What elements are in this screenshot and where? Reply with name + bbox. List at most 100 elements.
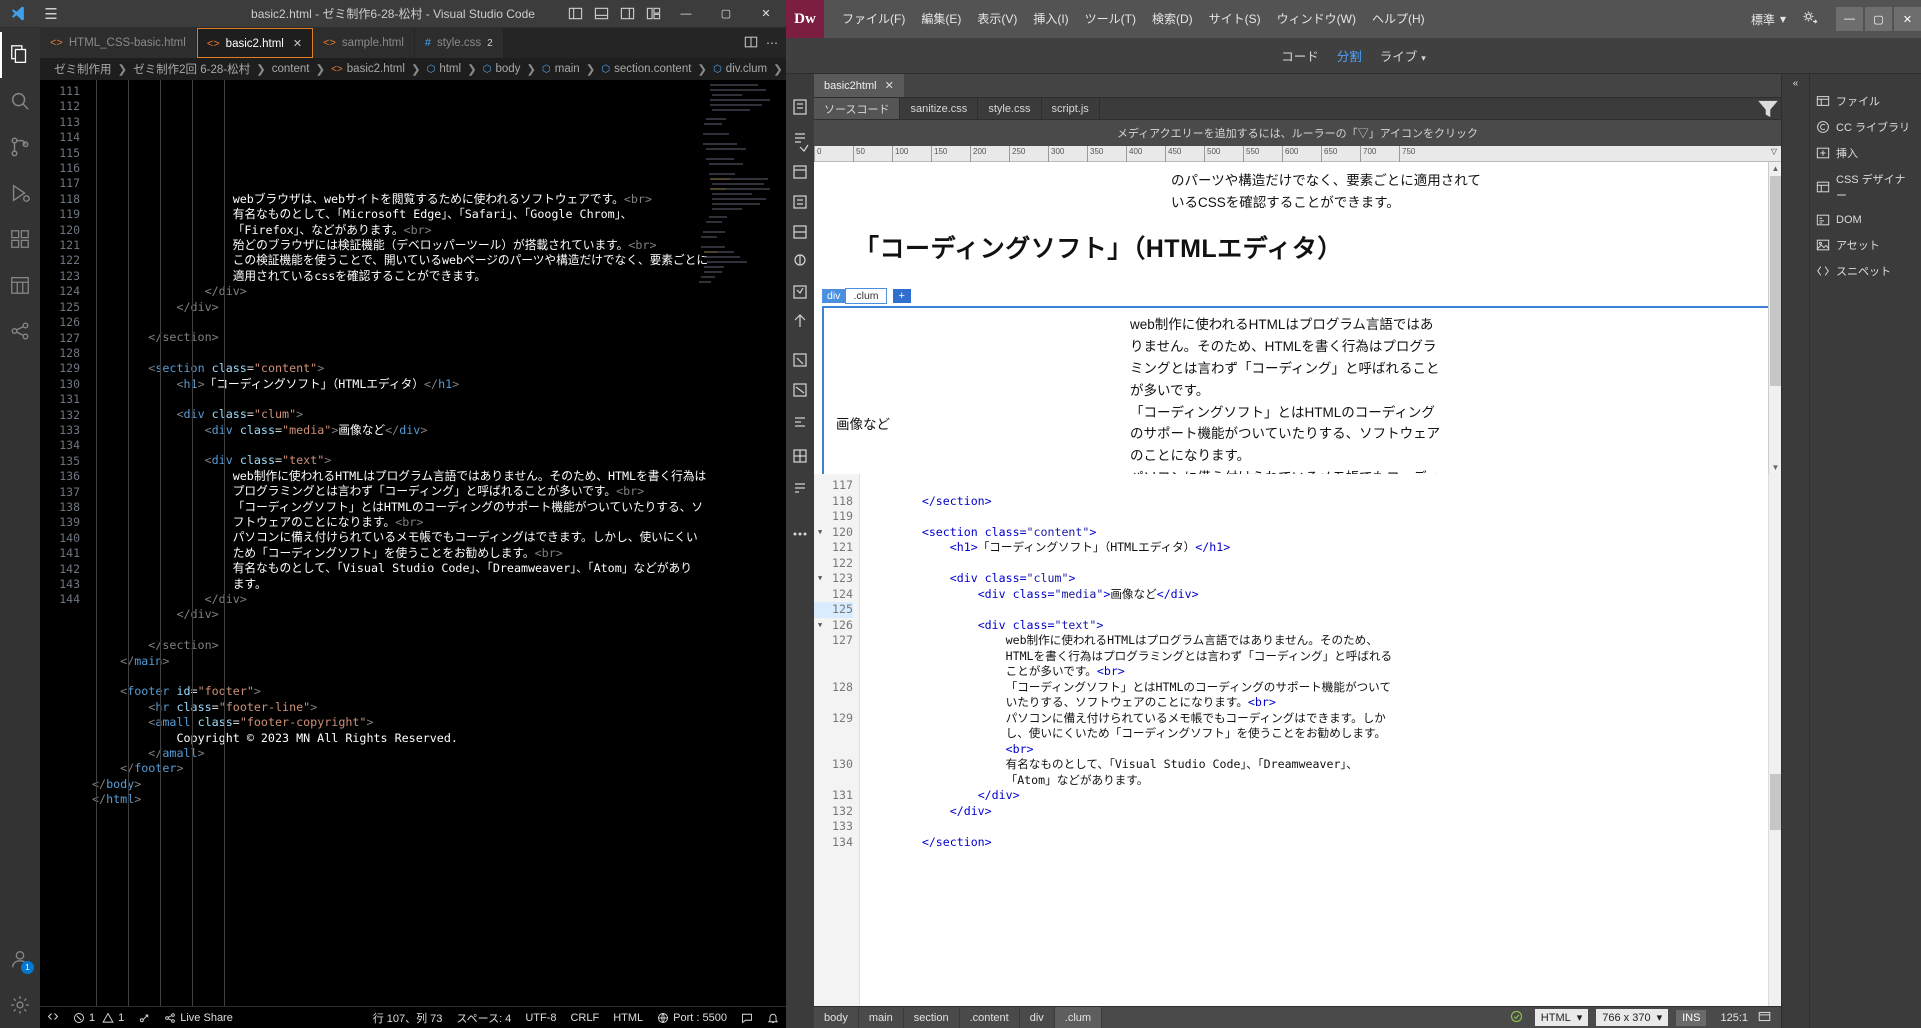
dreamweaver-code-view[interactable]: 117 118 119 ▼ 120 121 122 ▼ 123 124 125 ▼ 126 127 128 1… <box>814 474 1781 1006</box>
code-line[interactable]: <hr class="footer-line"> <box>92 700 786 715</box>
code-line[interactable]: </body> <box>92 777 786 792</box>
dw-code-line[interactable]: 「コーディングソフト」とはHTMLのコーディングのサポート機能がついて <box>866 680 1781 696</box>
tab-sample[interactable]: <> sample.html <box>313 28 415 58</box>
code-line[interactable]: </section> <box>92 638 786 653</box>
sidebar-item-source-control[interactable] <box>0 124 40 170</box>
dw-maximize-button[interactable]: ▢ <box>1865 7 1892 31</box>
dw-code-line[interactable]: <section class="content"> <box>866 525 1781 541</box>
scroll-thumb[interactable] <box>1770 774 1781 830</box>
doctype-select[interactable]: HTML ▾ <box>1534 1009 1589 1026</box>
more-actions-icon[interactable]: ⋯ <box>766 36 778 50</box>
dw-code-line[interactable] <box>866 509 1781 525</box>
tag-selector-clum[interactable]: .clum <box>1054 1006 1103 1028</box>
menu-view[interactable]: 表示(V) <box>969 0 1025 38</box>
code-line[interactable] <box>92 623 786 638</box>
dw-code-line[interactable]: web制作に使われるHTMLはプログラム言語ではありません。そのため、 <box>866 633 1781 649</box>
code-line[interactable]: </main> <box>92 654 786 669</box>
code-content[interactable]: webブラウザは、webサイトを閲覧するために使われるソフトウェアです。<br>… <box>92 80 786 1006</box>
breadcrumb-item-3[interactable]: basic2.html <box>347 63 405 75</box>
dw-code-line[interactable]: し、使いにくいため「コーディングソフト」を使うことをお勧めします。 <box>866 726 1781 742</box>
menu-window[interactable]: ウィンドウ(W) <box>1269 0 1364 38</box>
feedback-icon[interactable] <box>734 1007 760 1028</box>
sidebar-item-settings[interactable] <box>0 982 40 1028</box>
vscode-maximize-button[interactable]: ▢ <box>706 0 746 28</box>
sidebar-item-explorer[interactable] <box>0 32 40 78</box>
vscode-code-editor[interactable]: 111 112 113 114 115 116 117 118 119 120 121 122 123 1… <box>40 80 786 1006</box>
menu-tools[interactable]: ツール(T) <box>1077 0 1144 38</box>
menu-icon[interactable]: ☰ <box>34 0 68 28</box>
related-file-source[interactable]: ソースコード <box>814 98 901 119</box>
code-line[interactable]: </div> <box>92 300 786 315</box>
tag-selector-content[interactable]: .content <box>960 1006 1020 1028</box>
design-view[interactable]: のパーツや構造だけでなく、要素ごとに適用されて いるCSSを確認することができま… <box>814 162 1781 474</box>
code-line[interactable] <box>92 346 786 361</box>
menu-edit[interactable]: 編集(E) <box>913 0 969 38</box>
dw-code-line[interactable]: パソコンに備え付けられているメモ帳でもコーディングはできます。しか <box>866 711 1781 727</box>
code-line[interactable]: web制作に使われるHTMLはプログラム言語ではありません。そのため、HTMLを… <box>92 469 786 484</box>
view-mode-code[interactable]: コード <box>1281 46 1319 65</box>
fold-triangle-icon[interactable]: ▼ <box>818 571 822 587</box>
sidebar-item-run-and-debug[interactable] <box>0 170 40 216</box>
dw-code-content[interactable]: </section> <section class="content"> <h1… <box>860 474 1781 1006</box>
dw-code-line[interactable]: <h1>「コーディングソフト」（HTMLエディタ）</h1> <box>866 540 1781 556</box>
funnel-icon[interactable] <box>1755 98 1781 119</box>
fold-triangle-icon[interactable]: ▼ <box>818 525 822 541</box>
code-line[interactable]: 有名なものとして、「Microsoft Edge」、「Safari」、「Goog… <box>92 207 786 222</box>
selector-class-chip[interactable]: .clum <box>845 287 887 304</box>
live-server-port[interactable]: Port : 5500 <box>650 1007 734 1028</box>
design-media-block[interactable]: 画像など <box>830 314 1130 474</box>
insert-mode-indicator[interactable]: INS <box>1676 1009 1707 1026</box>
dw-code-line[interactable]: HTMLを書く行為はプログラミングとは言わず「コーディング」と呼ばれる <box>866 649 1781 665</box>
dw-code-line[interactable]: </section> <box>866 494 1781 510</box>
code-line[interactable]: プログラミングとは言わず「コーディング」と呼ばれることが多いです。<br> <box>92 484 786 499</box>
code-line[interactable]: </section> <box>92 330 786 345</box>
design-ruler[interactable]: 0 50 100 150 200 250 300 350 400 450 500… <box>814 146 1781 162</box>
panel-item-snippets[interactable]: スニペット <box>1810 258 1921 284</box>
dw-close-button[interactable]: ✕ <box>1894 7 1921 31</box>
dw-code-line[interactable]: いたりする、ソフトウェアのことになります。<br> <box>866 695 1781 711</box>
code-line[interactable]: この検証機能を使うことで、開いているwebページのパーツや構造だけでなく、要素ご… <box>92 253 786 268</box>
scroll-up-icon[interactable]: ▲ <box>1769 162 1781 175</box>
split-editor-icon[interactable] <box>744 35 758 52</box>
close-icon[interactable]: ✕ <box>293 37 302 50</box>
tab-basic2[interactable]: <> basic2.html ✕ <box>196 28 314 58</box>
code-line[interactable]: フトウェアのことになります。<br> <box>92 515 786 530</box>
panel-item-css-designer[interactable]: CSS デザイナー <box>1810 166 1921 208</box>
dw-code-line[interactable] <box>866 819 1781 835</box>
dw-minimize-button[interactable]: — <box>1836 7 1863 31</box>
code-line[interactable]: ます。 <box>92 577 786 592</box>
add-class-button[interactable]: + <box>892 288 911 303</box>
breadcrumb-item-8[interactable]: div.clum <box>726 63 767 75</box>
code-line[interactable]: 「コーディングソフト」とはHTMLのコーディングのサポート機能がついていたりする… <box>92 500 786 515</box>
related-file-style-css[interactable]: style.css <box>978 98 1042 119</box>
problems-indicator[interactable]: 1 1 <box>66 1007 131 1028</box>
dw-code-line[interactable] <box>866 556 1781 572</box>
dw-code-line[interactable]: <div class="clum"> <box>866 571 1781 587</box>
dw-code-line[interactable]: ことが多いです。<br> <box>866 664 1781 680</box>
language-mode[interactable]: HTML <box>606 1007 650 1028</box>
menu-insert[interactable]: 挿入(I) <box>1025 0 1076 38</box>
code-line[interactable]: <amall class="footer-copyright"> <box>92 715 786 730</box>
code-line[interactable]: <h1>「コーディングソフト」（HTMLエディタ）</h1> <box>92 377 786 392</box>
code-line[interactable]: <div class="media">画像など</div> <box>92 423 786 438</box>
code-line[interactable]: </div> <box>92 592 786 607</box>
code-line[interactable]: <div class="text"> <box>92 453 786 468</box>
code-line[interactable]: 有名なものとして、「Visual Studio Code」、「Dreamweav… <box>92 561 786 576</box>
breadcrumb-item-0[interactable]: ゼミ制作用 <box>54 61 112 77</box>
encoding-setting[interactable]: UTF-8 <box>518 1007 563 1028</box>
vscode-close-button[interactable]: ✕ <box>746 0 786 28</box>
panel-item-assets[interactable]: アセット <box>1810 232 1921 258</box>
code-line[interactable] <box>92 315 786 330</box>
view-mode-live[interactable]: ライブ ▾ <box>1380 46 1426 65</box>
scroll-thumb[interactable] <box>1770 176 1781 386</box>
code-line[interactable] <box>92 438 786 453</box>
ruler-funnel-icon[interactable]: ▽ <box>1771 147 1777 156</box>
window-size-select[interactable]: 766 x 370 ▾ <box>1596 1009 1669 1026</box>
indent-setting[interactable]: スペース: 4 <box>449 1007 518 1028</box>
dw-code-line[interactable]: <br> <box>866 742 1781 758</box>
code-line[interactable]: </amall> <box>92 746 786 761</box>
document-tab-basic2html[interactable]: basic2html ✕ <box>814 74 904 97</box>
gear-sync-icon[interactable] <box>1792 10 1828 29</box>
remote-indicator[interactable] <box>40 1007 66 1028</box>
dreamweaver-right-rail[interactable]: « <box>1781 74 1809 1028</box>
